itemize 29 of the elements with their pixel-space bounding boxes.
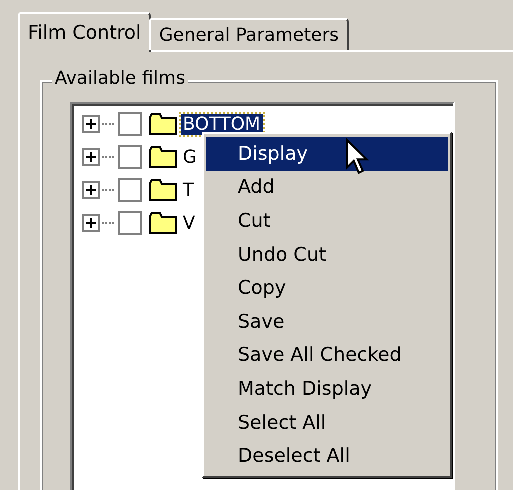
menu-item[interactable]: Cut [206,204,448,238]
tab[interactable]: Film Control [18,12,152,52]
tree-item-label[interactable]: BOTTOM [181,114,263,134]
tree-item-label[interactable]: V [181,212,198,234]
menu-item[interactable]: Select All [206,406,448,440]
expand-toggle[interactable] [82,214,100,232]
checkbox[interactable] [118,211,142,235]
folder-icon [148,145,178,169]
cursor-icon [345,138,371,176]
menu-item[interactable]: Save [206,304,448,339]
expand-toggle[interactable] [82,115,100,133]
checkbox[interactable] [118,145,142,169]
checkbox[interactable] [118,178,142,202]
checkbox[interactable] [118,112,142,136]
folder-icon [148,112,178,136]
folder-icon [148,211,178,235]
expand-toggle[interactable] [82,181,100,199]
menu-item[interactable]: Add [206,170,448,204]
tree-item-label[interactable]: G [181,146,199,168]
menu-item[interactable]: Match Display [206,372,448,406]
menu-item[interactable]: Save All Checked [206,338,448,372]
menu-item[interactable]: Display [206,137,448,171]
expand-toggle[interactable] [82,148,100,166]
menu-item[interactable]: Deselect All [206,439,448,473]
tab[interactable]: General Parameters [149,18,350,50]
menu-item[interactable]: Copy [206,271,448,305]
menu-item[interactable]: Undo Cut [206,238,448,272]
tree-item-label[interactable]: T [181,180,196,200]
folder-icon [148,178,178,202]
